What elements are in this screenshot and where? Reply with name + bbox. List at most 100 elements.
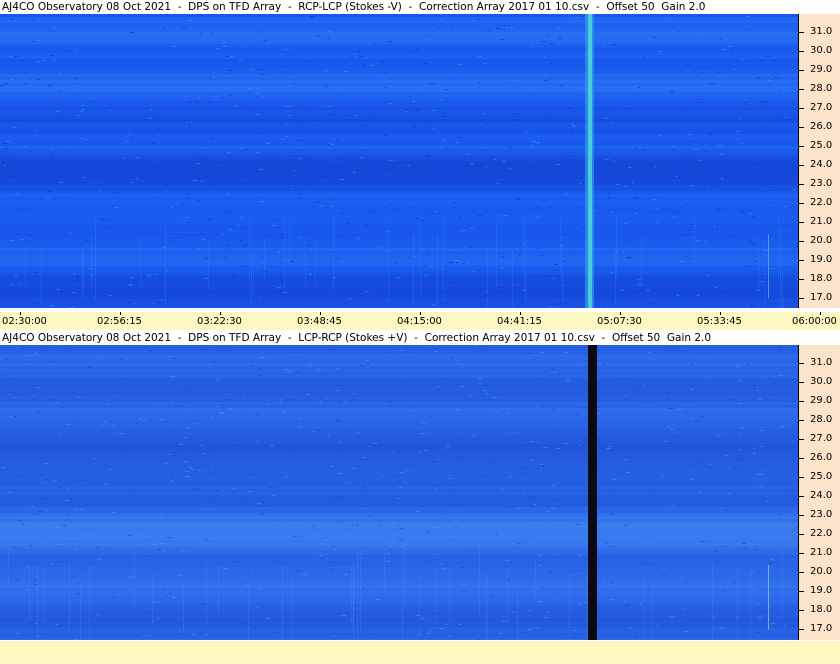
noise-speckle (222, 42, 226, 43)
noise-speckle (607, 108, 609, 109)
noise-speckle (499, 633, 503, 634)
frequency-band (0, 302, 798, 305)
noise-speckle (467, 154, 469, 155)
noise-speckle (25, 566, 29, 567)
noise-speckle (547, 478, 550, 479)
noise-speckle (626, 472, 630, 473)
noise-speckle (430, 83, 434, 84)
frequency-band (0, 104, 798, 107)
noise-speckle (773, 383, 776, 384)
noise-speckle (669, 301, 671, 302)
noise-speckle (328, 435, 330, 436)
noise-speckle (129, 589, 132, 590)
noise-speckle (208, 219, 212, 220)
noise-speckle (496, 534, 498, 535)
noise-speckle (214, 185, 217, 186)
noise-speckle (784, 625, 786, 626)
noise-speckle (686, 207, 689, 208)
noise-speckle (251, 572, 253, 573)
noise-speckle (548, 571, 552, 572)
noise-speckle (579, 603, 582, 604)
noise-speckle (268, 400, 270, 401)
noise-speckle (227, 152, 231, 153)
noise-speckle (285, 143, 287, 144)
noise-speckle (229, 408, 233, 409)
noise-speckle (267, 618, 270, 619)
noise-speckle (284, 369, 288, 370)
noise-speckle (430, 213, 434, 214)
frequency-band (0, 552, 798, 555)
noise-speckle (454, 250, 457, 251)
noise-speckle (423, 501, 426, 502)
noise-speckle (576, 414, 579, 415)
noise-speckle (245, 581, 247, 582)
noise-speckle (556, 448, 560, 449)
frequency-band (0, 612, 798, 615)
noise-speckle (445, 624, 449, 625)
freq-tick-mark (799, 279, 804, 280)
noise-speckle (50, 55, 54, 56)
noise-speckle (623, 379, 627, 380)
noise-speckle (486, 393, 488, 394)
noise-speckle (340, 448, 343, 449)
noise-speckle (361, 125, 364, 126)
noise-speckle (764, 611, 768, 612)
noise-speckle (362, 588, 365, 589)
noise-speckle (628, 627, 631, 628)
frequency-band (0, 624, 798, 627)
noise-speckle (57, 289, 60, 290)
noise-speckle (656, 625, 659, 626)
noise-speckle (752, 216, 755, 217)
noise-speckle (763, 101, 767, 102)
noise-speckle (608, 197, 611, 198)
noise-speckle (170, 478, 174, 479)
noise-speckle (631, 291, 634, 292)
noise-speckle (95, 182, 97, 183)
noise-speckle (686, 64, 690, 65)
noise-speckle (531, 145, 533, 146)
freq-tick-label: 30.0 (810, 376, 833, 387)
time-tick-label: 03:48:45 (297, 316, 342, 327)
noise-speckle (517, 543, 521, 544)
frequency-band (0, 218, 798, 221)
noise-speckle (241, 148, 245, 149)
frequency-band (0, 179, 798, 182)
noise-speckle (772, 190, 774, 191)
noise-speckle (741, 211, 744, 212)
frequency-band (0, 230, 798, 233)
frequency-band (0, 20, 798, 23)
noise-speckle (786, 203, 789, 204)
noise-speckle (177, 237, 181, 238)
right-edge-streak (768, 234, 769, 298)
freq-tick-label: 18.0 (810, 604, 833, 615)
noise-speckle (779, 349, 782, 350)
noise-speckle (624, 528, 628, 529)
frequency-band (0, 606, 798, 609)
frequency-band (0, 131, 798, 134)
frequency-band (0, 272, 798, 275)
rfi-streak (41, 248, 42, 305)
noise-speckle (341, 521, 343, 522)
noise-speckle (168, 241, 170, 242)
noise-speckle (638, 574, 642, 575)
noise-speckle (153, 545, 155, 546)
noise-speckle (234, 445, 237, 446)
noise-speckle (130, 277, 134, 278)
noise-speckle (338, 441, 341, 442)
noise-speckle (127, 535, 131, 536)
noise-speckle (185, 194, 189, 195)
frequency-band (0, 417, 798, 420)
frequency-band (0, 23, 798, 26)
noise-speckle (130, 182, 133, 183)
noise-speckle (172, 46, 176, 47)
noise-speckle (139, 418, 142, 419)
noise-speckle (50, 361, 52, 362)
noise-speckle (422, 248, 425, 249)
noise-speckle (28, 235, 32, 236)
noise-speckle (75, 509, 79, 510)
noise-speckle (326, 62, 329, 63)
noise-speckle (51, 149, 54, 150)
noise-speckle (427, 38, 430, 39)
noise-speckle (662, 569, 666, 570)
time-tick-mark (220, 312, 221, 315)
